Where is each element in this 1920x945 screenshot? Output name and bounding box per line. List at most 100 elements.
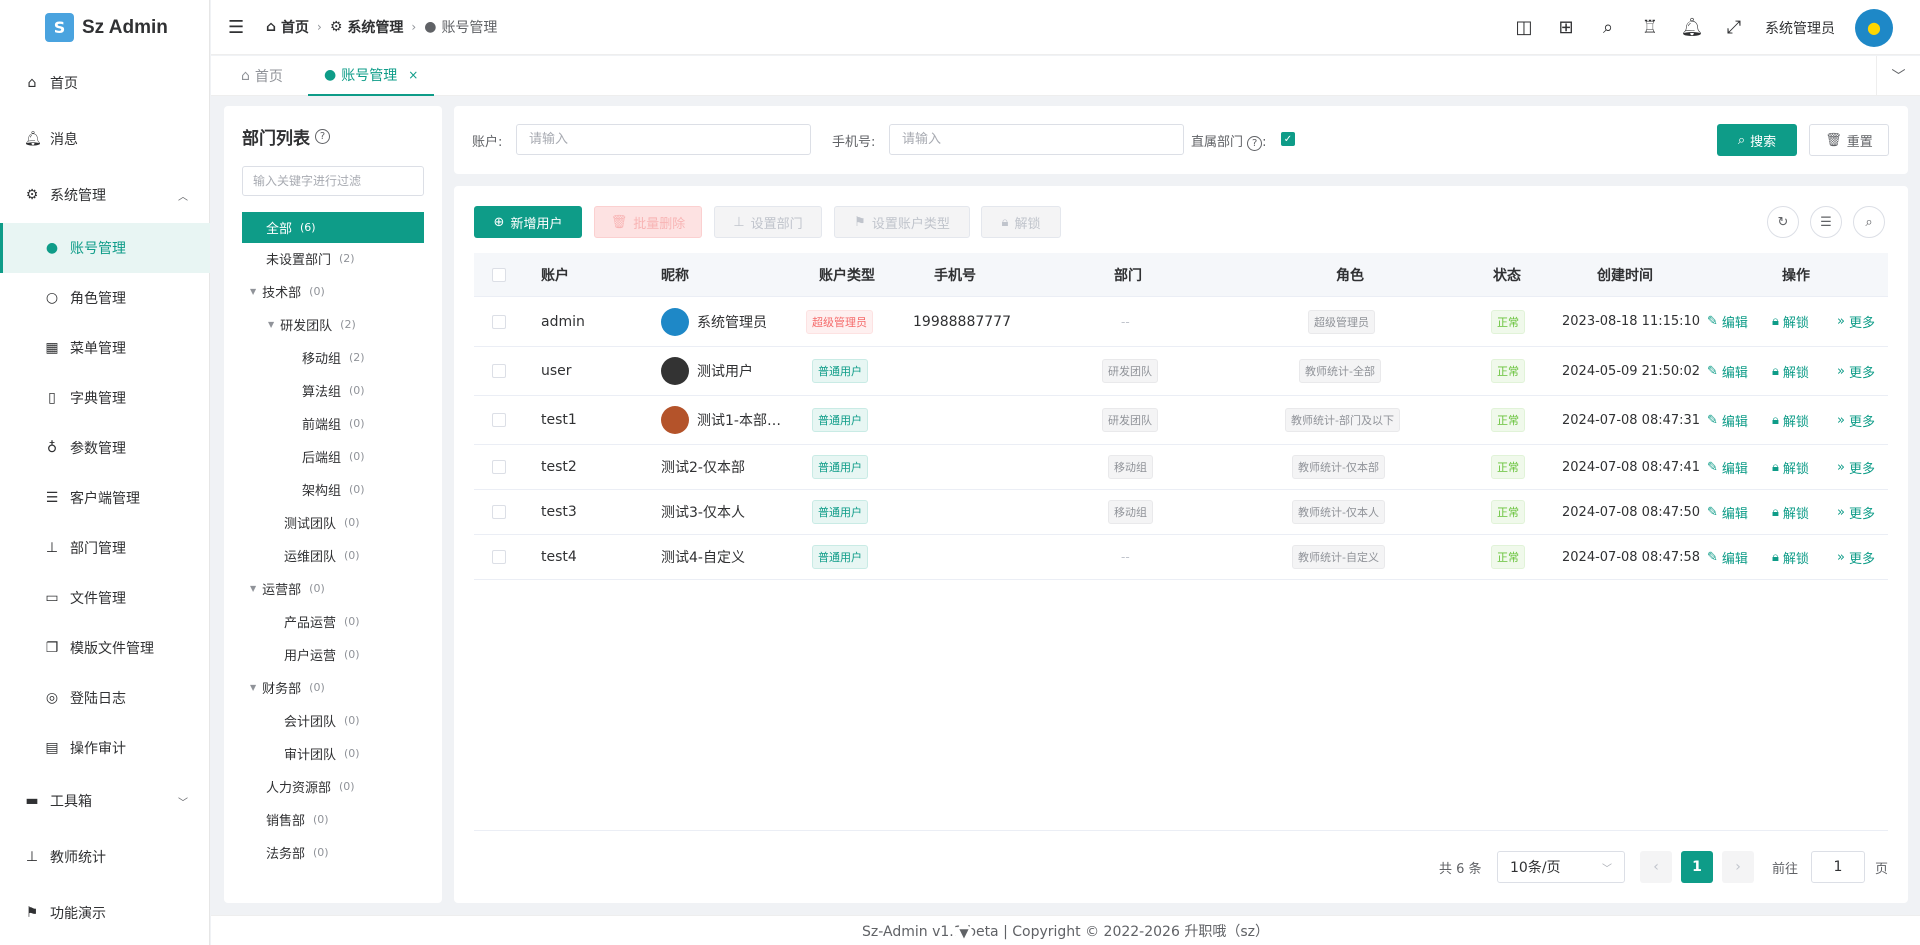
sidebar-item-menus[interactable]: ▦ 菜单管理 [0,323,210,373]
column-header[interactable]: 创建时间 [1597,253,1653,297]
edit-link[interactable]: ✎ 编辑 [1707,445,1748,489]
tree-node[interactable]: 销售部 (0) [242,804,424,835]
table-row[interactable]: test3 测试3-仅本人 普通用户 移动组 教师统计-仅本人 正常 2024-… [474,490,1888,535]
table-row[interactable]: test4 测试4-自定义 普通用户 -- 教师统计-自定义 正常 2024-0… [474,535,1888,580]
set-dept-button[interactable]: ⊥ 设置部门 [714,206,822,238]
sidebar-item-system[interactable]: ⚙ 系统管理 ︿ [0,170,210,220]
dept-filter-input[interactable] [242,166,424,196]
table-row[interactable]: test2 测试2-仅本部 普通用户 移动组 教师统计-仅本部 正常 2024-… [474,445,1888,490]
sidebar-item-home[interactable]: ⌂ 首页 [0,58,210,108]
sidebar-item-teacher-stats[interactable]: ⊥ 教师统计 [0,832,210,882]
page-number-current[interactable]: 1 [1681,851,1713,883]
fullscreen-icon[interactable]: ⤢ [1723,17,1745,39]
more-link[interactable]: » 更多 [1837,396,1875,444]
tree-node[interactable]: 产品运营 (0) [242,606,424,637]
column-header[interactable]: 昵称 [661,253,689,297]
tree-node[interactable]: 用户运营 (0) [242,639,424,670]
tree-node[interactable]: 测试团队 (0) [242,507,424,538]
unlock-link[interactable]: 🔒︎ 解锁 [1772,396,1809,444]
table-row[interactable]: test1 测试1-本部… 普通用户 研发团队 教师统计-部门及以下 正常 20… [474,396,1888,445]
layout-icon[interactable]: ◫ [1513,17,1535,39]
sidebar-item-demo[interactable]: ⚑ 功能演示 [0,888,210,938]
tree-node[interactable]: 后端组 (0) [242,441,424,472]
sidebar-item-clients[interactable]: ☰ 客户端管理 [0,473,210,523]
page-size-select[interactable]: 10条/页 ﹀ [1497,851,1625,883]
sidebar-item-templates[interactable]: ❐ 模版文件管理 [0,623,210,673]
caret-down-icon[interactable]: ▼ [250,584,256,593]
column-header[interactable]: 操作 [1782,253,1810,297]
row-checkbox[interactable] [492,445,506,489]
unlock-link[interactable]: 🔒︎ 解锁 [1772,535,1809,579]
help-icon[interactable]: ? [1247,136,1263,151]
unlock-link[interactable]: 🔒︎ 解锁 [1772,445,1809,489]
footer-collapse-chevron-icon[interactable]: ▼ [955,925,973,941]
tabs-dropdown-chevron-icon[interactable]: ﹀ [1876,56,1920,96]
edit-link[interactable]: ✎ 编辑 [1707,490,1748,534]
column-header[interactable]: 状态 [1493,253,1521,297]
close-icon[interactable]: × [408,68,418,82]
table-row[interactable]: user 测试用户 普通用户 研发团队 教师统计-全部 正常 2024-05-0… [474,347,1888,396]
column-header[interactable]: 手机号 [934,253,976,297]
more-link[interactable]: » 更多 [1837,535,1875,579]
more-link[interactable]: » 更多 [1837,347,1875,395]
search-button[interactable]: ⌕ 搜索 [1717,124,1797,156]
column-header[interactable]: 账户 [541,253,569,297]
row-checkbox[interactable] [492,347,506,395]
sidebar-item-login-log[interactable]: ◎ 登陆日志 [0,673,210,723]
batch-delete-button[interactable]: 🗑︎ 批量删除 [594,206,702,238]
sidebar-item-dict[interactable]: ▯ 字典管理 [0,373,210,423]
column-settings-icon[interactable]: ☰ [1810,206,1842,238]
tree-node[interactable]: 运维团队 (0) [242,540,424,571]
unlock-link[interactable]: 🔒︎ 解锁 [1772,490,1809,534]
sidebar-item-messages[interactable]: 🔔︎ 消息 [0,114,210,164]
tree-node[interactable]: ▼ 财务部 (0) [242,672,424,703]
tree-node[interactable]: ▼ 运营部 (0) [242,573,424,604]
row-checkbox[interactable] [492,535,506,579]
caret-down-icon[interactable]: ▼ [268,320,274,329]
row-checkbox[interactable] [492,490,506,534]
translate-icon[interactable]: ⊞ [1555,17,1577,39]
direct-dept-checkbox[interactable]: ✓ [1281,132,1295,146]
tree-node[interactable]: 移动组 (2) [242,342,424,373]
tree-node[interactable]: 未设置部门 (2) [242,243,424,274]
unlock-button[interactable]: 🔒︎ 解锁 [981,206,1061,238]
column-header[interactable]: 账户类型 [819,253,875,297]
edit-link[interactable]: ✎ 编辑 [1707,396,1748,444]
edit-link[interactable]: ✎ 编辑 [1707,347,1748,395]
search-icon[interactable]: ⌕ [1597,17,1619,39]
logo[interactable]: S Sz Admin [0,0,209,55]
tree-node[interactable]: 人力资源部 (0) [242,771,424,802]
select-all-checkbox[interactable] [492,253,506,297]
sidebar-item-accounts[interactable]: ● 账号管理 [0,223,210,273]
breadcrumb-system[interactable]: ⚙ 系统管理 [330,17,404,37]
sidebar-item-files[interactable]: ▭ 文件管理 [0,573,210,623]
unlock-link[interactable]: 🔒︎ 解锁 [1772,297,1809,346]
caret-down-icon[interactable]: ▼ [250,287,256,296]
tree-node[interactable]: ▼ 技术部 (0) [242,276,424,307]
tree-node[interactable]: 审计团队 (0) [242,738,424,769]
username[interactable]: 系统管理员 [1765,18,1835,38]
tree-node[interactable]: 架构组 (0) [242,474,424,505]
edit-link[interactable]: ✎ 编辑 [1707,535,1748,579]
refresh-icon[interactable]: ↻ [1767,206,1799,238]
bell-icon[interactable]: 🔔︎ [1681,17,1704,39]
phone-input[interactable] [889,124,1184,155]
tree-node[interactable]: 法务部 (0) [242,837,424,868]
caret-down-icon[interactable]: ▼ [250,683,256,692]
unlock-link[interactable]: 🔒︎ 解锁 [1772,347,1809,395]
row-checkbox[interactable] [492,297,506,346]
avatar[interactable]: ● [1855,8,1893,47]
sidebar-item-toolbox[interactable]: ▬ 工具箱 ﹀ [0,776,210,826]
search-toggle-icon[interactable]: ⌕ [1853,206,1885,238]
collapse-menu-icon[interactable]: ☰ [228,17,246,38]
breadcrumb-home[interactable]: ⌂ 首页 [266,17,309,37]
more-link[interactable]: » 更多 [1837,297,1875,346]
account-input[interactable] [516,124,811,155]
help-icon[interactable]: ? [315,129,330,144]
reset-button[interactable]: 🗑︎ 重置 [1809,124,1889,156]
more-link[interactable]: » 更多 [1837,490,1875,534]
sidebar-item-depts[interactable]: ⊥ 部门管理 [0,523,210,573]
sidebar-item-roles[interactable]: ○ 角色管理 [0,273,210,323]
tree-node[interactable]: ▼ 研发团队 (2) [242,309,424,340]
column-header[interactable]: 角色 [1336,253,1364,297]
